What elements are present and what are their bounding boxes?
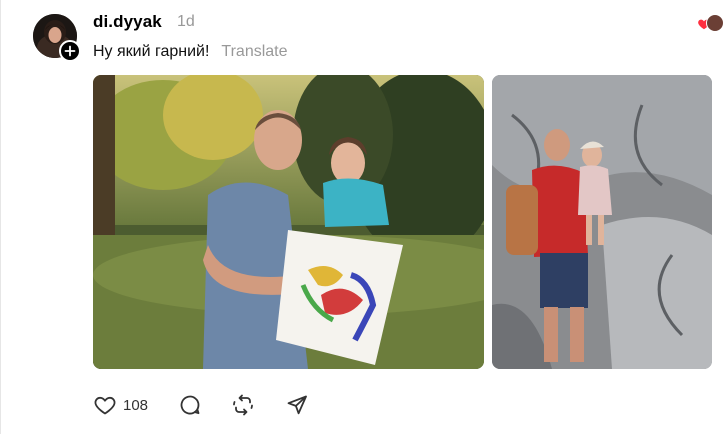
- heart-icon: [94, 396, 116, 415]
- follow-button[interactable]: [59, 40, 81, 62]
- caption-text: Ну який гарний!: [93, 43, 210, 60]
- like-button[interactable]: 108: [93, 393, 148, 417]
- author-avatar[interactable]: [33, 14, 81, 62]
- send-icon: [287, 395, 307, 415]
- post: di.dyyak 1d Ну який гарний! Translate 10…: [0, 0, 723, 434]
- post-photo-2[interactable]: [492, 75, 712, 369]
- comment-button[interactable]: [178, 393, 202, 417]
- translate-link[interactable]: Translate: [221, 43, 287, 61]
- repost-icon: [233, 394, 253, 416]
- repost-button[interactable]: [231, 393, 255, 417]
- like-count: 108: [123, 396, 149, 414]
- username-link[interactable]: di.dyyak: [93, 12, 162, 32]
- reactor-avatar: [706, 14, 723, 32]
- post-time[interactable]: 1d: [177, 13, 195, 31]
- post-actions: 108: [93, 392, 309, 418]
- post-caption: Ну який гарний! Translate: [93, 43, 288, 61]
- comment-icon: [180, 395, 200, 415]
- plus-icon: [64, 45, 76, 57]
- reaction-indicator[interactable]: [697, 12, 723, 32]
- share-button[interactable]: [285, 393, 309, 417]
- post-photo-1[interactable]: [93, 75, 484, 369]
